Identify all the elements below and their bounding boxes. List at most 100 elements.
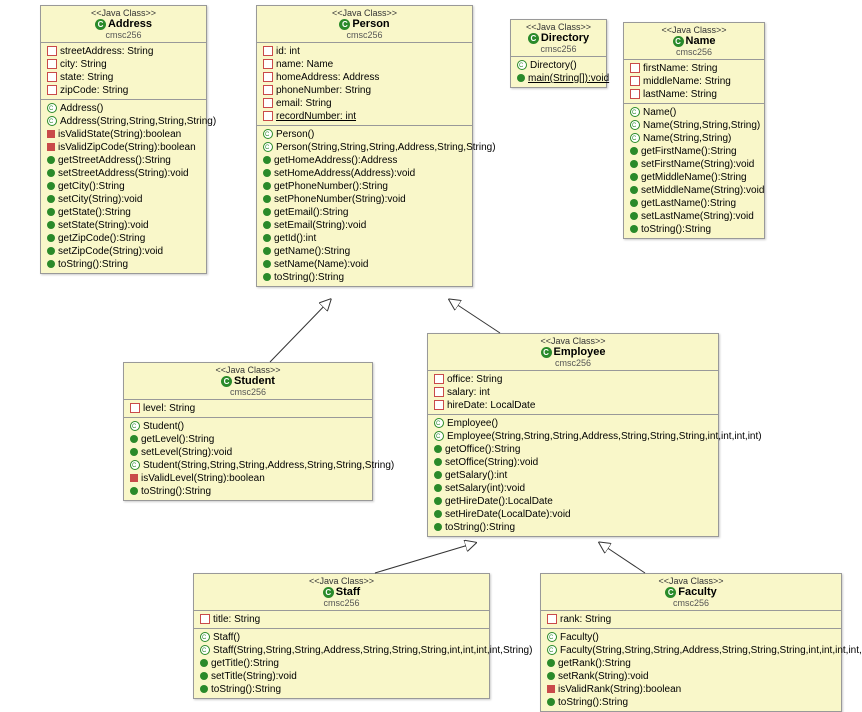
member-signature: hireDate: LocalDate [447, 400, 535, 411]
member-row: level: String [128, 402, 368, 415]
member-row: getPhoneNumber():String [261, 180, 468, 193]
member-row: setEmail(String):void [261, 219, 468, 232]
member-row: Faculty() [545, 631, 837, 644]
member-signature: toString():String [445, 522, 515, 533]
visibility-icon [434, 458, 442, 466]
member-signature: phoneNumber: String [276, 85, 371, 96]
class-header: <<Java Class>> CStaff cmsc256 [194, 574, 489, 611]
visibility-icon [263, 273, 271, 281]
visibility-icon [630, 76, 640, 86]
member-signature: getHireDate():LocalDate [445, 496, 553, 507]
class-name-faculty: CFaculty [547, 586, 835, 598]
member-signature: setTitle(String):void [211, 671, 297, 682]
fields-section: id: intname: NamehomeAddress: Addresspho… [257, 43, 472, 126]
member-signature: Address(String,String,String,String) [60, 116, 216, 127]
member-signature: email: String [276, 98, 332, 109]
visibility-icon [47, 221, 55, 229]
member-row: setSalary(int):void [432, 482, 714, 495]
member-signature: Name() [643, 107, 676, 118]
member-signature: toString():String [558, 697, 628, 708]
stereotype: <<Java Class>> [47, 8, 200, 18]
class-header: <<Java Class>> CStudent cmsc256 [124, 363, 372, 400]
package: cmsc256 [517, 44, 600, 54]
member-signature: city: String [60, 59, 107, 70]
member-row: getLevel():String [128, 433, 368, 446]
visibility-icon [263, 46, 273, 56]
member-row: middleName: String [628, 75, 760, 88]
member-row: setStreetAddress(String):void [45, 167, 202, 180]
member-row: Person(String,String,String,Address,Stri… [261, 141, 468, 154]
package: cmsc256 [263, 30, 466, 40]
member-row: setName(Name):void [261, 258, 468, 271]
class-icon: C [528, 33, 539, 44]
visibility-icon [517, 60, 527, 70]
visibility-icon [47, 182, 55, 190]
member-signature: setStreetAddress(String):void [58, 168, 189, 179]
visibility-icon [434, 400, 444, 410]
member-row: Staff(String,String,String,Address,Strin… [198, 644, 485, 657]
class-icon: C [339, 19, 350, 30]
visibility-icon [47, 103, 57, 113]
member-row: Name(String,String) [628, 132, 760, 145]
member-row: setZipCode(String):void [45, 245, 202, 258]
member-signature: setEmail(String):void [274, 220, 366, 231]
methods-section: Person()Person(String,String,String,Addr… [257, 126, 472, 286]
fields-section: streetAddress: Stringcity: Stringstate: … [41, 43, 206, 100]
visibility-icon [517, 74, 525, 82]
visibility-icon [630, 225, 638, 233]
member-row: Address(String,String,String,String) [45, 115, 202, 128]
member-signature: Employee(String,String,String,Address,St… [447, 431, 762, 442]
member-signature: toString():String [58, 259, 128, 270]
class-icon: C [673, 36, 684, 47]
member-row: setRank(String):void [545, 670, 837, 683]
visibility-icon [263, 247, 271, 255]
member-row: Student() [128, 420, 368, 433]
member-signature: id: int [276, 46, 300, 57]
member-signature: setZipCode(String):void [58, 246, 163, 257]
visibility-icon [434, 431, 444, 441]
visibility-icon [200, 614, 210, 624]
class-icon: C [665, 587, 676, 598]
class-name-student: CStudent [130, 375, 366, 387]
member-signature: getPhoneNumber():String [274, 181, 388, 192]
class-icon: C [541, 347, 552, 358]
visibility-icon [630, 107, 640, 117]
member-signature: getFirstName():String [641, 146, 737, 157]
member-signature: Student() [143, 421, 184, 432]
member-signature: getTitle():String [211, 658, 279, 669]
member-row: isValidZipCode(String):boolean [45, 141, 202, 154]
member-signature: middleName: String [643, 76, 731, 87]
fields-section: level: String [124, 400, 372, 418]
visibility-icon [130, 487, 138, 495]
member-signature: getLevel():String [141, 434, 214, 445]
member-row: getRank():String [545, 657, 837, 670]
member-signature: Staff(String,String,String,Address,Strin… [213, 645, 532, 656]
visibility-icon [130, 403, 140, 413]
class-name-staff: CStaff [200, 586, 483, 598]
member-signature: getOffice():String [445, 444, 520, 455]
visibility-icon [47, 195, 55, 203]
visibility-icon [263, 182, 271, 190]
member-row: Address() [45, 102, 202, 115]
class-name: <<Java Class>> CName cmsc256 firstName: … [623, 22, 765, 239]
member-row: email: String [261, 97, 468, 110]
member-row: getMiddleName():String [628, 171, 760, 184]
package: cmsc256 [630, 47, 758, 57]
visibility-icon [47, 72, 57, 82]
visibility-icon [547, 698, 555, 706]
member-signature: isValidZipCode(String):boolean [58, 142, 196, 153]
member-row: getSalary():int [432, 469, 714, 482]
member-row: getEmail():String [261, 206, 468, 219]
methods-section: Staff()Staff(String,String,String,Addres… [194, 629, 489, 698]
member-signature: setLastName(String):void [641, 211, 754, 222]
visibility-icon [47, 116, 57, 126]
member-row: toString():String [261, 271, 468, 284]
member-row: getName():String [261, 245, 468, 258]
member-row: getCity():String [45, 180, 202, 193]
class-faculty: <<Java Class>> CFaculty cmsc256 rank: St… [540, 573, 842, 712]
member-signature: toString():String [141, 486, 211, 497]
member-row: Faculty(String,String,String,Address,Str… [545, 644, 837, 657]
member-signature: title: String [213, 614, 260, 625]
class-icon: C [95, 19, 106, 30]
member-row: setOffice(String):void [432, 456, 714, 469]
